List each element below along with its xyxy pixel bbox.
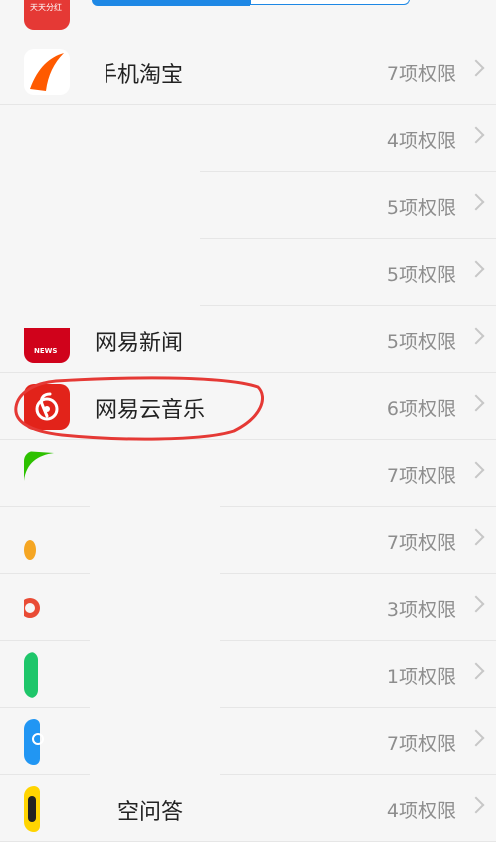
app-name: 网易云音乐 — [95, 398, 206, 423]
permission-count: 7项权限 — [386, 733, 456, 755]
app-icon — [24, 719, 70, 765]
chevron-right-icon — [467, 193, 485, 211]
app-name: 手机淘宝 — [95, 63, 184, 88]
wukong-icon — [24, 786, 70, 832]
list-item[interactable]: NEWS 网易新闻 5项权限 — [0, 306, 496, 373]
chevron-right-icon — [467, 528, 485, 546]
top-app-icon-text: 天天分红 — [30, 3, 62, 12]
chevron-right-icon — [467, 595, 485, 613]
list-item[interactable]: 7项权限 — [0, 507, 496, 574]
list-item[interactable]: 7项权限 — [0, 708, 496, 775]
chevron-right-icon — [467, 461, 485, 479]
redaction-mask — [90, 445, 220, 785]
app-name: 网易新闻 — [95, 331, 184, 356]
top-segmented-control: 天天分红 — [0, 0, 496, 39]
chevron-right-icon — [467, 126, 485, 144]
permission-count: 3项权限 — [386, 599, 456, 621]
netease-music-icon — [24, 384, 70, 430]
chevron-right-icon — [467, 260, 485, 278]
taobao-icon — [24, 49, 70, 95]
app-icon — [24, 585, 70, 631]
list-item[interactable]: 1项权限 — [0, 641, 496, 708]
tab-left[interactable] — [92, 0, 250, 6]
permission-count: 5项权限 — [386, 264, 456, 286]
permission-count: 4项权限 — [386, 800, 456, 822]
redaction-mask — [70, 38, 106, 104]
chevron-right-icon — [467, 796, 485, 814]
list-item[interactable]: 悟空问答 4项权限 — [0, 775, 496, 842]
permission-count: 1项权限 — [386, 666, 456, 688]
chevron-right-icon — [467, 729, 485, 747]
chevron-right-icon — [467, 394, 485, 412]
app-icon — [24, 518, 70, 564]
list-item[interactable]: 3项权限 — [0, 574, 496, 641]
permission-count: 7项权限 — [386, 465, 456, 487]
wechat-icon — [24, 451, 70, 497]
permission-count: 4项权限 — [386, 130, 456, 152]
app-icon — [24, 652, 70, 698]
list-item[interactable]: 手机淘宝 7项权限 — [0, 38, 496, 105]
permission-count: 7项权限 — [386, 63, 456, 85]
tab-right[interactable] — [250, 0, 410, 5]
redaction-mask — [70, 112, 100, 172]
chevron-right-icon — [467, 662, 485, 680]
permission-count: 7项权限 — [386, 532, 456, 554]
list-item[interactable]: 微信 7项权限 — [0, 440, 496, 507]
chevron-right-icon — [467, 327, 485, 345]
list-item[interactable]: 网易云音乐 6项权限 — [0, 373, 496, 440]
permission-count: 6项权限 — [386, 398, 456, 420]
chevron-right-icon — [467, 59, 485, 77]
permission-count: 5项权限 — [386, 331, 456, 353]
redaction-mask — [0, 110, 200, 310]
news-icon-text: NEWS — [34, 347, 58, 355]
top-app-icon: 天天分红 — [24, 0, 70, 30]
permission-count: 5项权限 — [386, 197, 456, 219]
